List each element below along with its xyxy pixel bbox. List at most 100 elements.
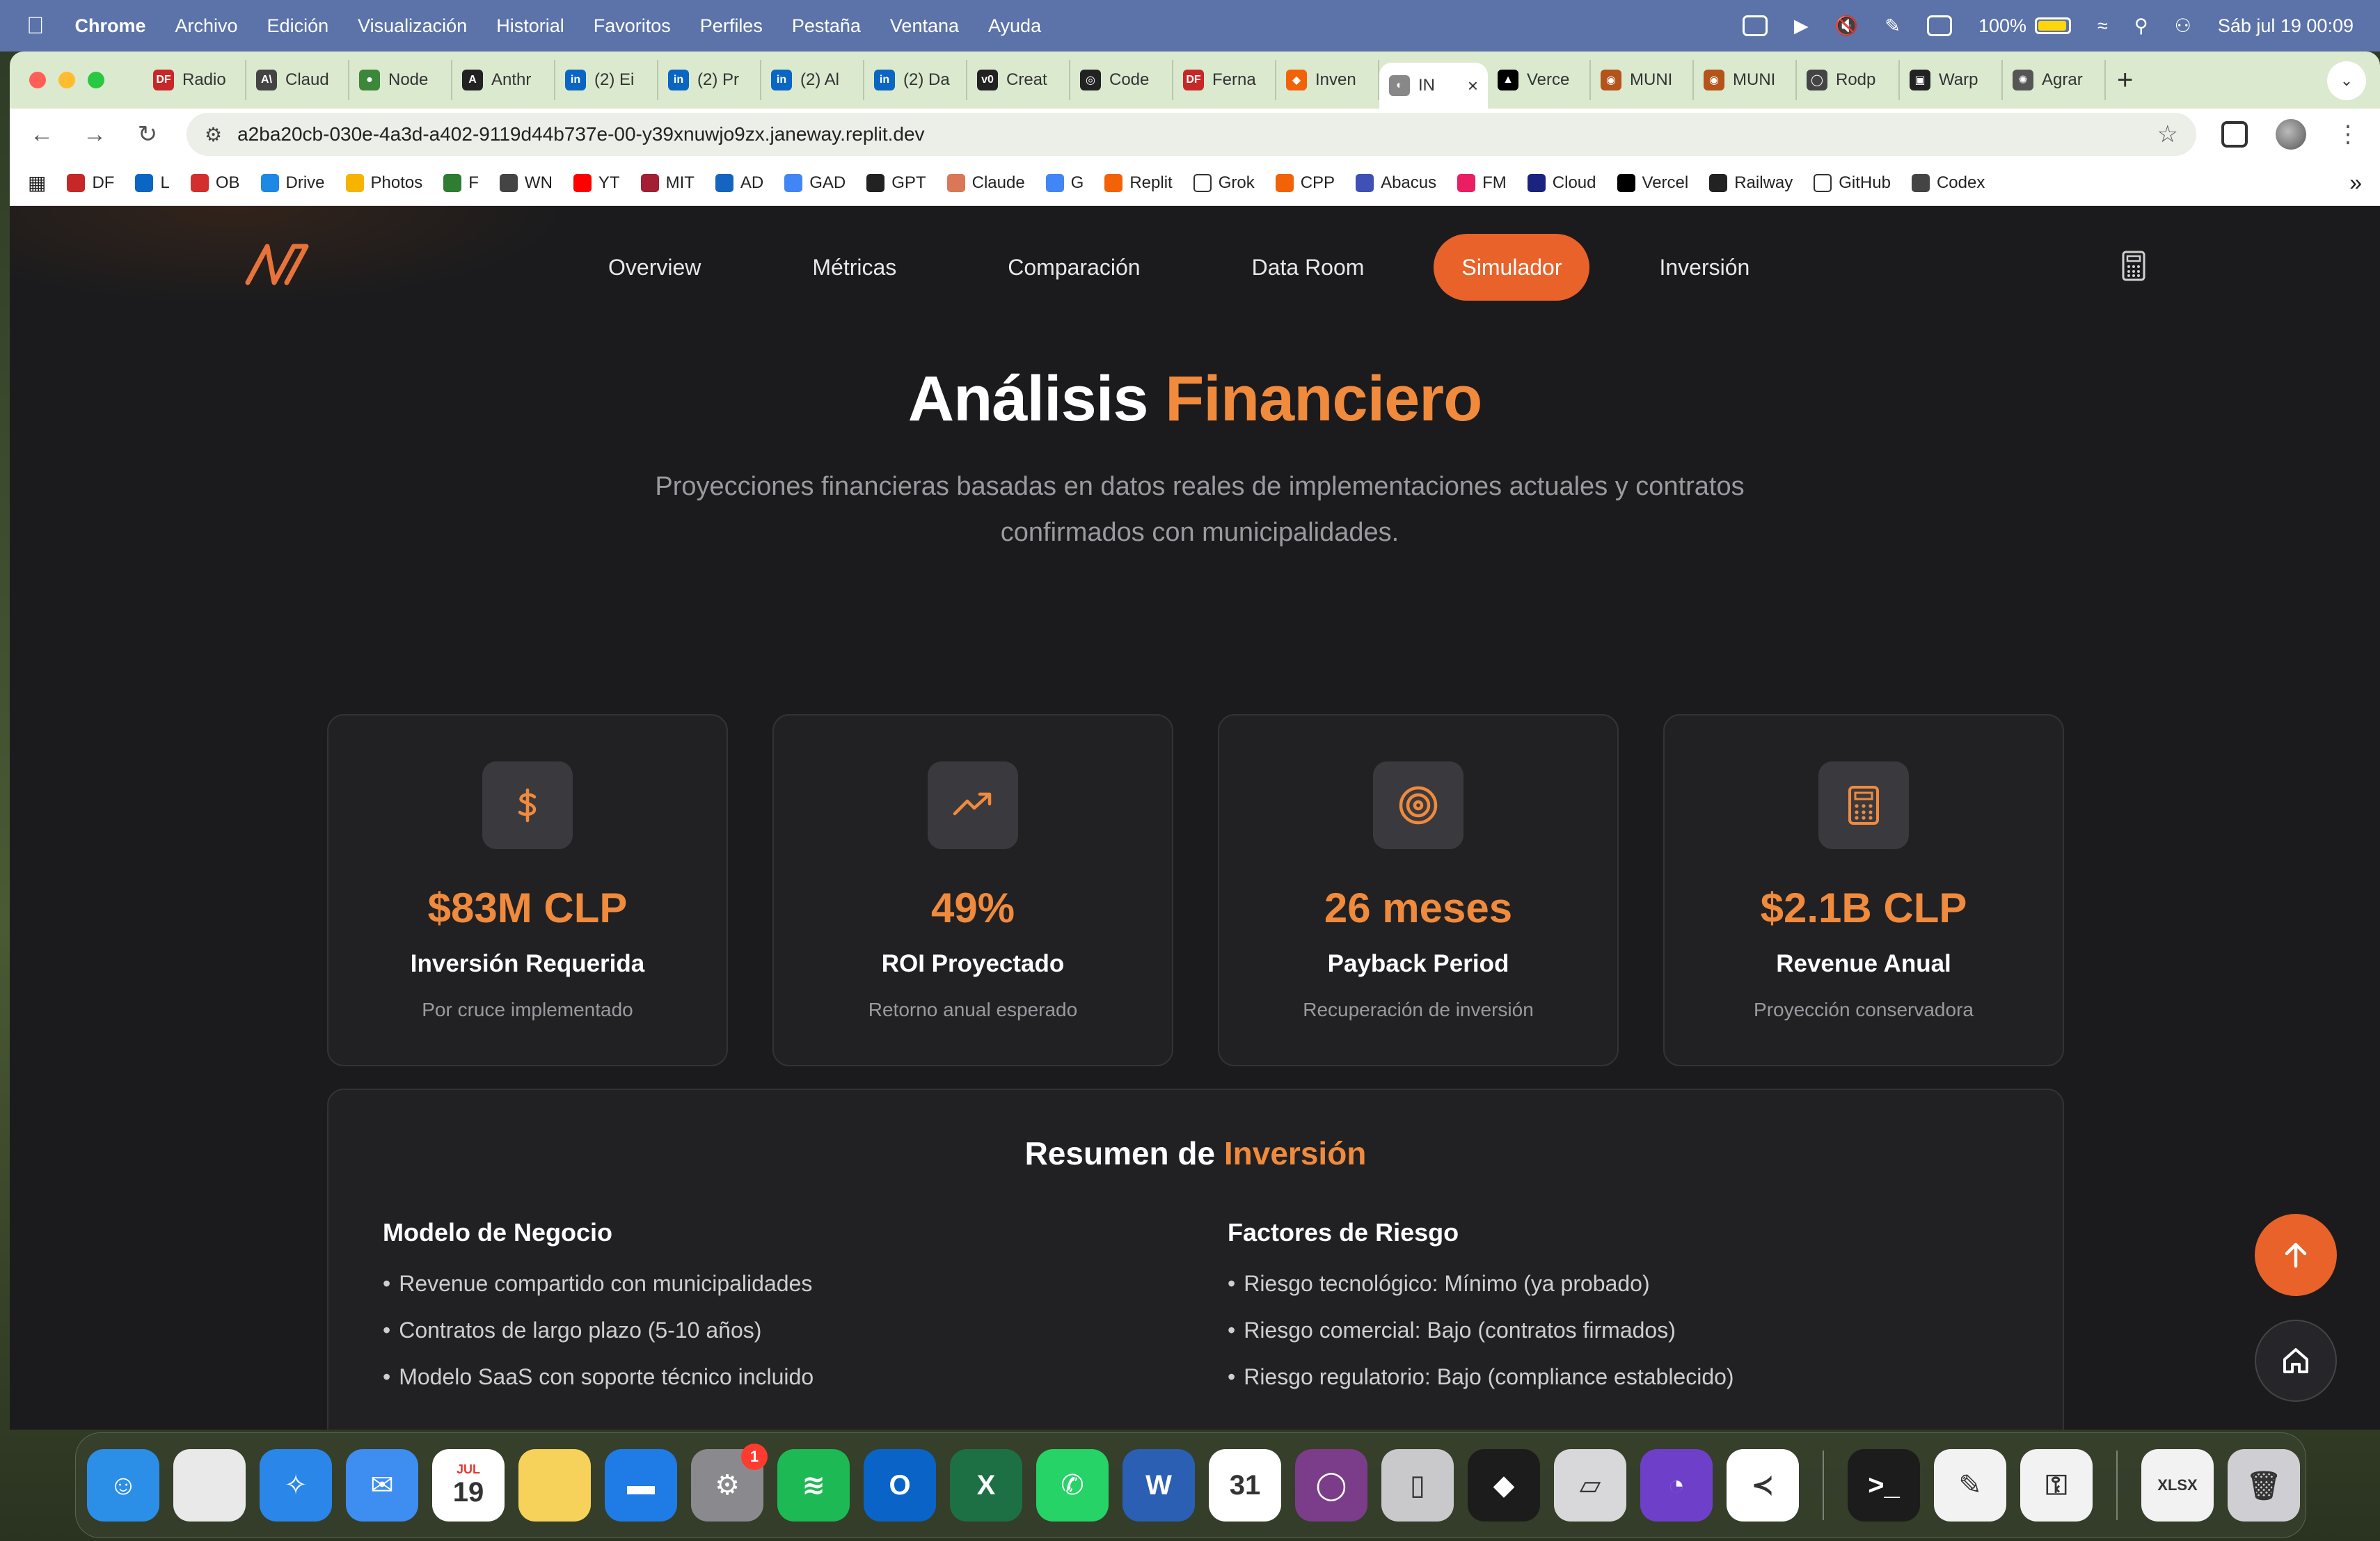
menu-item-visualizacion[interactable]: Visualización [358, 15, 467, 37]
menu-item-ventana[interactable]: Ventana [890, 15, 959, 37]
spotlight-search-icon[interactable]: ⚲ [2134, 15, 2148, 37]
control-center-icon[interactable]: ⚇ [2175, 15, 2191, 37]
browser-tab[interactable]: ◯ Rodp [1797, 60, 1900, 100]
profile-avatar[interactable] [2276, 119, 2306, 150]
dock-app-outlook[interactable]: O [864, 1449, 936, 1522]
menu-item-ayuda[interactable]: Ayuda [988, 15, 1041, 37]
bookmark-item[interactable]: Cloud [1527, 173, 1596, 193]
menu-clock[interactable]: Sáb jul 19 00:09 [2218, 15, 2354, 37]
bookmark-item[interactable]: Photos [345, 173, 422, 193]
bookmark-item[interactable]: MIT [640, 173, 695, 193]
apple-menu-icon[interactable]:  [26, 13, 45, 40]
mute-icon[interactable]: 🔇 [1835, 15, 1859, 37]
menu-app-name[interactable]: Chrome [75, 15, 146, 37]
browser-tab[interactable]: A\ Claud [246, 60, 349, 100]
bookmark-star-icon[interactable]: ☆ [2157, 120, 2178, 148]
dock-app-github-desktop[interactable]: ◔ [1640, 1449, 1713, 1522]
bookmark-item[interactable]: OB [190, 173, 240, 193]
tab-search-button[interactable]: ⌄ [2327, 61, 2366, 100]
dock-app-chrome[interactable] [173, 1449, 246, 1522]
bookmark-item[interactable]: F [443, 173, 479, 193]
browser-tab[interactable]: in (2) Al [761, 60, 864, 100]
bookmark-item[interactable]: Drive [260, 173, 325, 193]
dock-app-textedit[interactable]: ✎ [1934, 1449, 2006, 1522]
more-bookmarks-icon[interactable]: » [2349, 170, 2362, 196]
brand-logo-icon[interactable] [242, 239, 312, 288]
calculator-icon[interactable] [2117, 249, 2150, 283]
bookmark-item[interactable]: Replit [1104, 173, 1173, 193]
address-bar[interactable]: ⚙ a2ba20cb-030e-4a3d-a402-9119d44b737e-0… [187, 113, 2196, 156]
browser-tab[interactable]: DF Radio [143, 60, 246, 100]
menu-item-archivo[interactable]: Archivo [175, 15, 238, 37]
close-window-button[interactable] [29, 72, 46, 88]
browser-tab[interactable]: v0 Creat [967, 60, 1070, 100]
browser-tab[interactable]: in (2) Da [864, 60, 967, 100]
display-status-icon[interactable] [1926, 15, 1952, 36]
dock-app-xlsx-file[interactable]: XLSX [2141, 1449, 2214, 1522]
dock-app-fantastical[interactable]: 31 [1209, 1449, 1281, 1522]
nav-link[interactable]: Inversión [1631, 234, 1777, 301]
dock-app-calendar[interactable]: JUL 19 [432, 1449, 505, 1522]
browser-tab[interactable]: ✺ Agrar [2003, 60, 2106, 100]
bookmark-item[interactable]: CPP [1275, 173, 1335, 193]
dock-app-trash[interactable]: 🗑 [2228, 1449, 2300, 1522]
dock-app-finder[interactable]: ☺ [87, 1449, 159, 1522]
battery-indicator[interactable]: 100% [1978, 15, 2071, 37]
forward-arrow-icon[interactable]: → [81, 121, 109, 148]
drive-status-icon[interactable] [1742, 15, 1768, 36]
bookmark-item[interactable]: Abacus [1356, 173, 1436, 193]
bookmark-item[interactable]: Codex [1911, 173, 1985, 193]
zoom-window-button[interactable] [88, 72, 104, 88]
dock-app-vscode[interactable]: ≺ [1727, 1449, 1799, 1522]
nav-link[interactable]: Overview [580, 234, 729, 301]
bookmark-item[interactable]: WN [499, 173, 553, 193]
bookmark-item[interactable]: GPT [866, 173, 926, 193]
apps-grid-icon[interactable]: ▦ [28, 171, 46, 194]
menu-item-pestana[interactable]: Pestaña [792, 15, 861, 37]
bookmark-item[interactable]: Grok [1193, 173, 1255, 193]
chrome-menu-icon[interactable]: ⋮ [2334, 120, 2362, 148]
wifi-icon[interactable]: ≈ [2097, 15, 2108, 37]
browser-tab[interactable]: ◆ Inven [1276, 60, 1379, 100]
browser-tab[interactable]: ◐ IN × [1379, 63, 1488, 109]
bookmark-item[interactable]: YT [573, 173, 620, 193]
site-info-icon[interactable]: ⚙ [205, 123, 222, 146]
browser-tab[interactable]: ▣ Warp [1900, 60, 2003, 100]
scroll-to-top-button[interactable] [2255, 1214, 2337, 1296]
nav-link[interactable]: Comparación [980, 234, 1168, 301]
browser-tab[interactable]: ◉ MUNI [1694, 60, 1797, 100]
bookmark-item[interactable]: GitHub [1814, 173, 1891, 193]
dock-app-mail[interactable]: ✉ [346, 1449, 418, 1522]
minimize-window-button[interactable] [58, 72, 75, 88]
nav-link[interactable]: Simulador [1434, 234, 1590, 301]
play-status-icon[interactable]: ▶ [1794, 15, 1809, 37]
dock-app-excel[interactable]: X [950, 1449, 1022, 1522]
dock-app-word[interactable]: W [1122, 1449, 1195, 1522]
dock-app-circle-app[interactable]: ◯ [1295, 1449, 1367, 1522]
bookmark-item[interactable]: FM [1457, 173, 1507, 193]
home-button[interactable] [2255, 1320, 2337, 1402]
nav-link[interactable]: Data Room [1224, 234, 1393, 301]
menu-item-historial[interactable]: Historial [496, 15, 564, 37]
browser-tab[interactable]: ◉ MUNI [1591, 60, 1694, 100]
browser-tab[interactable]: ▲ Verce [1488, 60, 1591, 100]
bookmark-item[interactable]: Claude [946, 173, 1025, 193]
bookmark-item[interactable]: DF [67, 173, 114, 193]
nav-link[interactable]: Métricas [784, 234, 924, 301]
dock-app-safari[interactable]: ✧ [260, 1449, 332, 1522]
pen-status-icon[interactable]: ✎ [1885, 15, 1901, 37]
dock-app-parallels[interactable]: ▱ [1554, 1449, 1626, 1522]
browser-tab[interactable]: ● Node [349, 60, 452, 100]
bookmark-item[interactable]: Railway [1709, 173, 1793, 193]
bookmark-item[interactable]: L [135, 173, 170, 193]
menu-item-edicion[interactable]: Edición [267, 15, 329, 37]
dock-app-passwords[interactable]: ⚿ [2020, 1449, 2093, 1522]
reload-icon[interactable]: ↻ [134, 120, 161, 148]
bookmark-item[interactable]: GAD [784, 173, 846, 193]
new-tab-button[interactable]: + [2117, 65, 2133, 96]
browser-tab[interactable]: A Anthr [452, 60, 555, 100]
menu-item-perfiles[interactable]: Perfiles [700, 15, 763, 37]
back-arrow-icon[interactable]: ← [28, 121, 56, 148]
dock-app-system-settings[interactable]: ⚙ 1 [691, 1444, 768, 1522]
browser-tab[interactable]: in (2) Ei [555, 60, 658, 100]
